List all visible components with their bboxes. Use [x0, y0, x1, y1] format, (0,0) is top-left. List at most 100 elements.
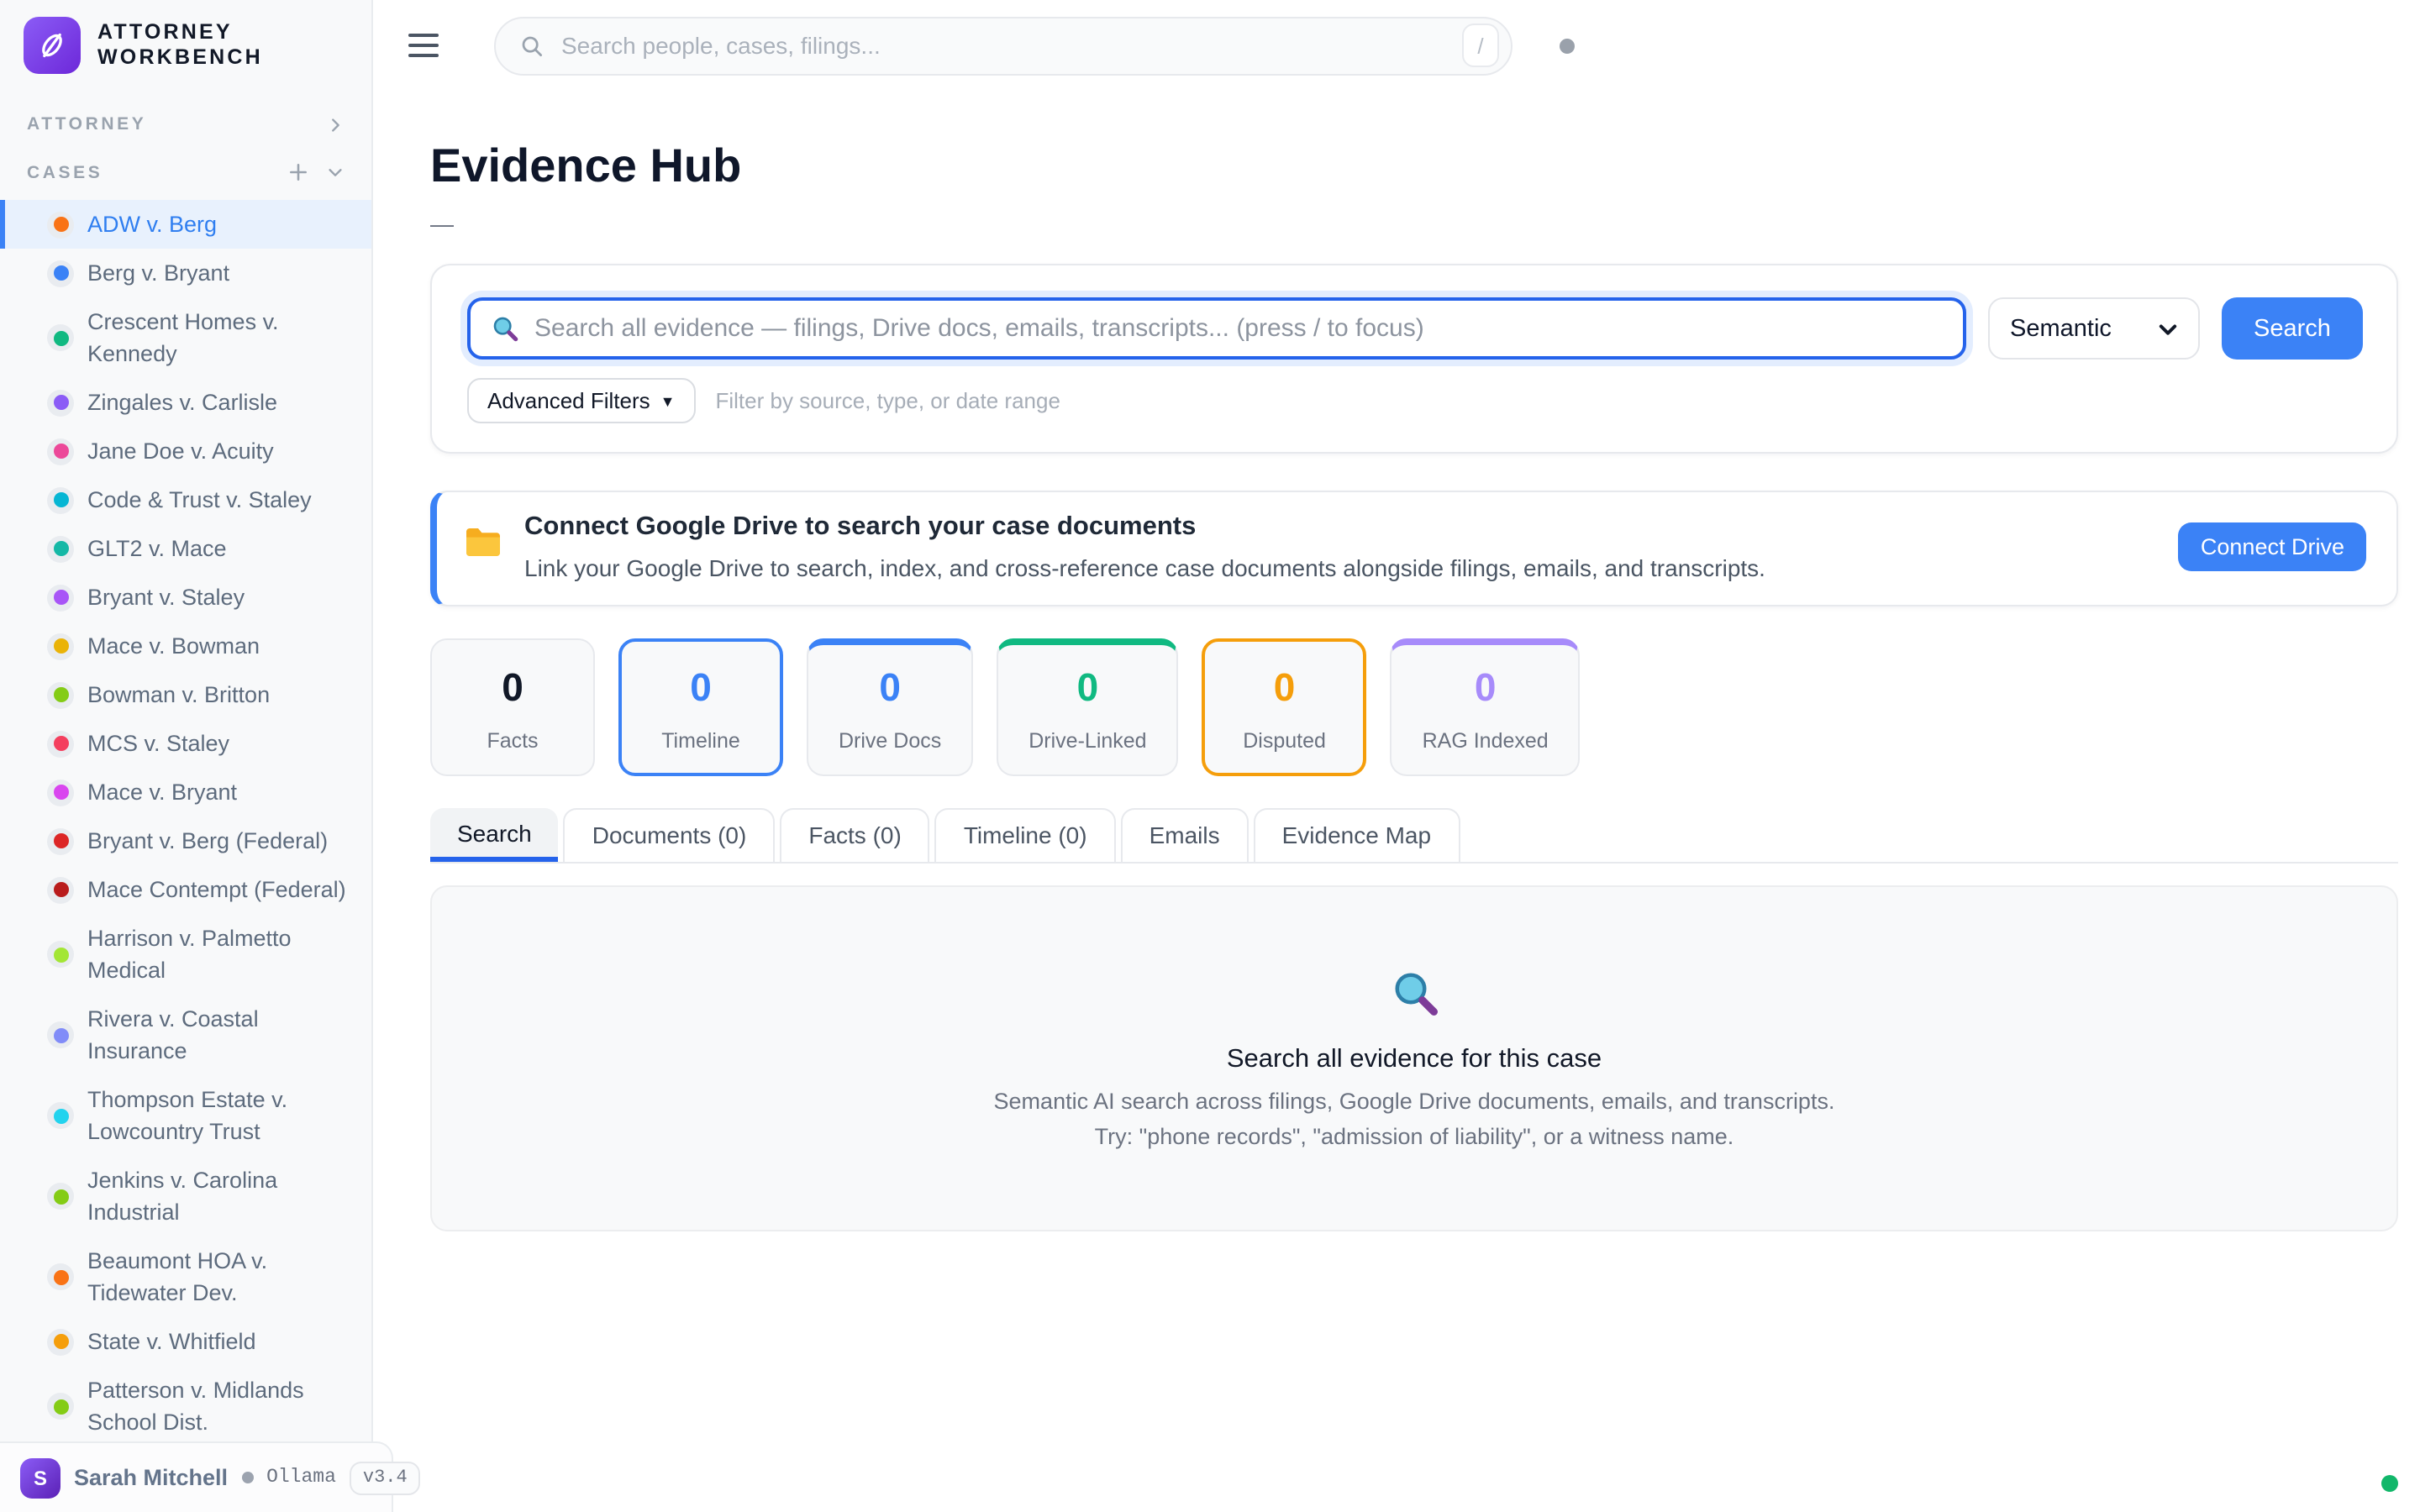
case-color-dot	[53, 444, 68, 459]
stat-value: 0	[650, 665, 751, 709]
tab[interactable]: Search	[430, 808, 559, 862]
tab[interactable]: Emails	[1121, 808, 1249, 862]
case-color-dot	[53, 217, 68, 232]
menu-icon[interactable]	[408, 34, 439, 58]
sidebar-case-item[interactable]: Harrison v. Palmetto Medical	[0, 914, 371, 995]
case-dot-ring	[47, 324, 74, 351]
page-title: Evidence Hub	[430, 138, 2398, 195]
case-color-dot	[53, 1269, 68, 1284]
sidebar-case-item[interactable]: Thompson Estate v. Lowcountry Trust	[0, 1075, 371, 1156]
case-color-dot	[53, 1027, 68, 1042]
stat-value: 0	[1423, 665, 1549, 709]
case-dot-ring	[47, 1393, 74, 1420]
case-name: MCS v. Staley	[87, 727, 229, 759]
sidebar-case-item[interactable]: Jane Doe v. Acuity	[0, 427, 371, 475]
case-dot-ring	[47, 260, 74, 286]
add-case-icon[interactable]	[287, 161, 309, 183]
sidebar-case-item[interactable]: Patterson v. Midlands School Dist.	[0, 1366, 371, 1446]
search-mode-select[interactable]: Semantic	[1988, 297, 2200, 360]
search-mode-value: Semantic	[2010, 315, 2112, 342]
case-dot-ring	[47, 633, 74, 659]
case-list: ADW v. Berg Berg v. Bryant Crescent Home…	[0, 200, 371, 1512]
stat-card[interactable]: 0 Facts	[430, 638, 595, 776]
compass-icon	[35, 29, 69, 62]
global-search[interactable]: /	[494, 16, 1512, 75]
stat-label: Facts	[462, 729, 563, 753]
case-color-dot	[53, 736, 68, 751]
case-name: State v. Whitfield	[87, 1326, 256, 1357]
case-name: Zingales v. Carlisle	[87, 386, 277, 418]
case-color-dot	[53, 1334, 68, 1349]
sidebar-case-item[interactable]: Bryant v. Staley	[0, 573, 371, 622]
sidebar-section-attorney[interactable]: ATTORNEY	[0, 114, 371, 134]
stat-card[interactable]: 0 Drive-Linked	[997, 638, 1178, 776]
magnifier-icon	[491, 314, 519, 343]
evidence-search-field[interactable]	[467, 297, 1966, 360]
sidebar-case-item[interactable]: Mace v. Bryant	[0, 768, 371, 816]
sidebar-case-item[interactable]: Jenkins v. Carolina Industrial	[0, 1156, 371, 1236]
case-dot-ring	[47, 827, 74, 854]
brand-header: ATTORNEY WORKBENCH	[0, 0, 371, 74]
sidebar-case-item[interactable]: Bowman v. Britton	[0, 670, 371, 719]
evidence-search-input[interactable]	[534, 314, 1943, 343]
stat-value: 0	[462, 665, 563, 709]
sidebar-case-item[interactable]: Berg v. Bryant	[0, 249, 371, 297]
drive-banner-description: Link your Google Drive to search, index,…	[524, 554, 1765, 581]
sidebar-case-item[interactable]: GLT2 v. Mace	[0, 524, 371, 573]
advanced-filters-button[interactable]: Advanced Filters ▼	[467, 378, 696, 423]
stat-card[interactable]: 0 Drive Docs	[807, 638, 973, 776]
case-dot-ring	[47, 1021, 74, 1048]
tab[interactable]: Timeline (0)	[935, 808, 1116, 862]
stat-card[interactable]: 0 Disputed	[1202, 638, 1367, 776]
case-color-dot	[53, 882, 68, 897]
advanced-filters-label: Advanced Filters	[487, 388, 650, 413]
stat-card[interactable]: 0 RAG Indexed	[1391, 638, 1581, 776]
engine-label: Ollama	[266, 1467, 336, 1488]
case-color-dot	[53, 638, 68, 654]
global-search-input[interactable]	[561, 32, 1445, 59]
sidebar-case-item[interactable]: ADW v. Berg	[0, 200, 371, 249]
tab[interactable]: Documents (0)	[564, 808, 776, 862]
case-name: Code & Trust v. Staley	[87, 484, 312, 516]
case-name: Rivera v. Coastal Insurance	[87, 1003, 351, 1067]
stat-label: Timeline	[650, 729, 751, 753]
sidebar-case-item[interactable]: Bryant v. Berg (Federal)	[0, 816, 371, 865]
stat-value: 0	[1234, 665, 1335, 709]
stat-card[interactable]: 0 Timeline	[618, 638, 783, 776]
chevron-right-icon[interactable]	[326, 115, 345, 134]
section-label-attorney: ATTORNEY	[27, 114, 146, 134]
case-dot-ring	[47, 1183, 74, 1210]
sidebar-case-item[interactable]: Mace Contempt (Federal)	[0, 865, 371, 914]
tab[interactable]: Facts (0)	[780, 808, 929, 862]
sidebar-case-item[interactable]: Code & Trust v. Staley	[0, 475, 371, 524]
case-name: Bowman v. Britton	[87, 679, 270, 711]
search-icon	[519, 33, 544, 58]
tab[interactable]: Evidence Map	[1254, 808, 1460, 862]
stat-label: RAG Indexed	[1423, 729, 1549, 753]
filters-hint: Filter by source, type, or date range	[716, 388, 1060, 413]
sidebar-case-item[interactable]: Mace v. Bowman	[0, 622, 371, 670]
presence-indicator	[1560, 38, 1575, 53]
drive-banner-title: Connect Google Drive to search your case…	[524, 512, 1765, 543]
drive-connect-banner: Connect Google Drive to search your case…	[430, 491, 2398, 606]
sidebar-case-item[interactable]: Zingales v. Carlisle	[0, 378, 371, 427]
user-footer[interactable]: S Sarah Mitchell Ollama v3.4	[0, 1441, 393, 1512]
search-button[interactable]: Search	[2222, 297, 2363, 360]
empty-state-title: Search all evidence for this case	[1227, 1045, 1602, 1075]
sidebar-case-item[interactable]: MCS v. Staley	[0, 719, 371, 768]
case-name: Beaumont HOA v. Tidewater Dev.	[87, 1245, 351, 1309]
connect-drive-button[interactable]: Connect Drive	[2179, 522, 2366, 571]
sidebar-case-item[interactable]: Rivera v. Coastal Insurance	[0, 995, 371, 1075]
empty-state-line1: Semantic AI search across filings, Googl…	[994, 1089, 1835, 1114]
sidebar: ATTORNEY WORKBENCH ATTORNEY CASES ADW v.…	[0, 0, 373, 1512]
user-name: Sarah Mitchell	[74, 1465, 228, 1490]
caret-down-icon: ▼	[660, 392, 676, 409]
chevron-down-icon[interactable]	[326, 163, 345, 181]
shortcut-key-badge: /	[1462, 24, 1499, 67]
sidebar-case-item[interactable]: State v. Whitfield	[0, 1317, 371, 1366]
case-dot-ring	[47, 779, 74, 806]
case-dot-ring	[47, 681, 74, 708]
sidebar-case-item[interactable]: Beaumont HOA v. Tidewater Dev.	[0, 1236, 371, 1317]
page-content: Evidence Hub — Semantic	[373, 91, 2420, 1231]
sidebar-case-item[interactable]: Crescent Homes v. Kennedy	[0, 297, 371, 378]
